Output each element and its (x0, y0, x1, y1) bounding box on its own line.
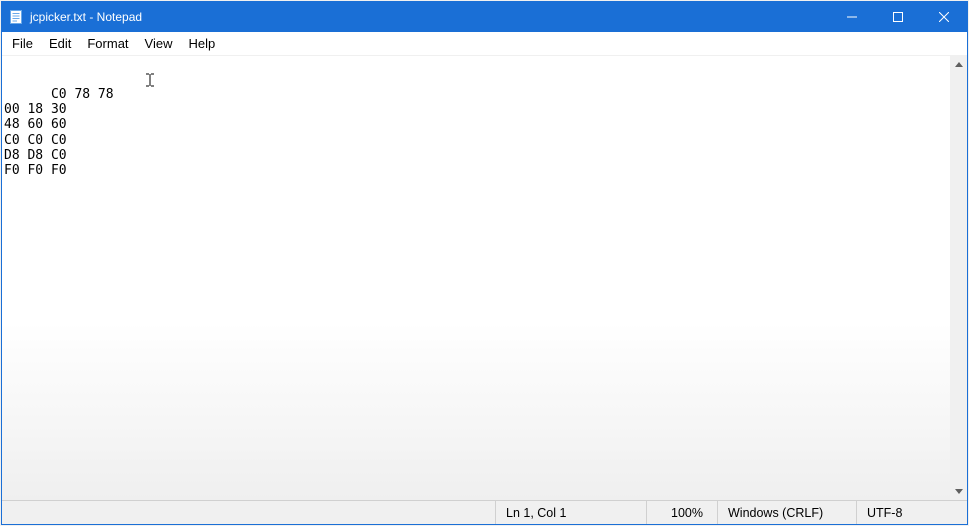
maximize-button[interactable] (875, 2, 921, 32)
content-wrapper: C0 78 78 00 18 30 48 60 60 C0 C0 C0 D8 D… (2, 56, 967, 500)
status-spacer (2, 501, 495, 524)
close-button[interactable] (921, 2, 967, 32)
text-cursor-icon (80, 58, 94, 72)
scroll-down-icon[interactable] (950, 483, 967, 500)
scroll-track[interactable] (950, 73, 967, 483)
minimize-button[interactable] (829, 2, 875, 32)
status-zoom: 100% (647, 501, 717, 524)
menu-help[interactable]: Help (180, 33, 223, 54)
text-editor[interactable]: C0 78 78 00 18 30 48 60 60 C0 C0 C0 D8 D… (2, 56, 950, 500)
window-controls (829, 2, 967, 32)
notepad-icon (8, 9, 24, 25)
status-cursor-position: Ln 1, Col 1 (496, 501, 646, 524)
titlebar[interactable]: jcpicker.txt - Notepad (2, 2, 967, 32)
scroll-up-icon[interactable] (950, 56, 967, 73)
status-line-ending: Windows (CRLF) (718, 501, 856, 524)
menu-format[interactable]: Format (79, 33, 136, 54)
vertical-scrollbar[interactable] (950, 56, 967, 500)
menu-file[interactable]: File (4, 33, 41, 54)
status-encoding: UTF-8 (857, 501, 967, 524)
document-text: C0 78 78 00 18 30 48 60 60 C0 C0 C0 D8 D… (4, 87, 114, 179)
notepad-window: jcpicker.txt - Notepad File Edit Format … (1, 1, 968, 525)
menu-edit[interactable]: Edit (41, 33, 79, 54)
window-title: jcpicker.txt - Notepad (30, 10, 829, 24)
menubar: File Edit Format View Help (2, 32, 967, 56)
statusbar: Ln 1, Col 1 100% Windows (CRLF) UTF-8 (2, 500, 967, 524)
menu-view[interactable]: View (137, 33, 181, 54)
